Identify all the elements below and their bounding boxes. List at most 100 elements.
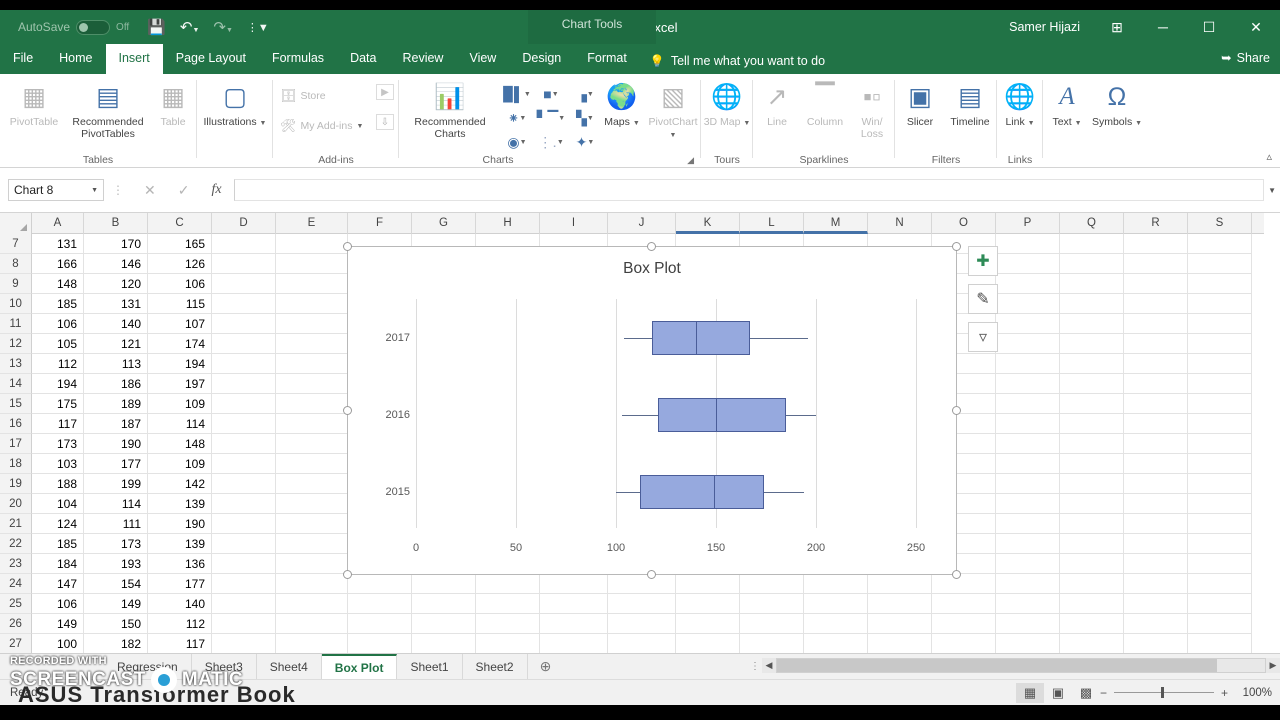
cell-S18[interactable] xyxy=(1188,454,1252,474)
cell-P11[interactable] xyxy=(996,314,1060,334)
sheet-tab-regression[interactable]: Regression xyxy=(104,653,192,680)
cell-R9[interactable] xyxy=(1124,274,1188,294)
cell-P17[interactable] xyxy=(996,434,1060,454)
cell-E16[interactable] xyxy=(276,414,348,434)
cell-Q25[interactable] xyxy=(1060,594,1124,614)
cell-D10[interactable] xyxy=(212,294,276,314)
row-header-21[interactable]: 21 xyxy=(0,514,32,534)
cell-E22[interactable] xyxy=(276,534,348,554)
column-header-m[interactable]: M xyxy=(804,213,868,234)
cell-B26[interactable]: 150 xyxy=(84,614,148,634)
cell-H26[interactable] xyxy=(476,614,540,634)
cell-B23[interactable]: 193 xyxy=(84,554,148,574)
illustrations-button[interactable]: ▢ Illustrations ▼ xyxy=(202,80,268,130)
cell-C25[interactable]: 140 xyxy=(148,594,212,614)
column-header-e[interactable]: E xyxy=(276,213,348,234)
chart-plot-area[interactable]: 0 50 100 150 200 250 2017 2016 2015 xyxy=(386,299,934,554)
cancel-icon[interactable]: ✕ xyxy=(144,182,156,199)
cell-B19[interactable]: 199 xyxy=(84,474,148,494)
row-header-26[interactable]: 26 xyxy=(0,614,32,634)
cell-F27[interactable] xyxy=(348,634,412,653)
cell-D17[interactable] xyxy=(212,434,276,454)
cell-C10[interactable]: 115 xyxy=(148,294,212,314)
cell-I24[interactable] xyxy=(540,574,608,594)
cell-E11[interactable] xyxy=(276,314,348,334)
cell-R24[interactable] xyxy=(1124,574,1188,594)
radar-chart-icon[interactable]: ✦ ▼ xyxy=(568,130,602,154)
cell-A15[interactable]: 175 xyxy=(32,394,84,414)
cell-R17[interactable] xyxy=(1124,434,1188,454)
sheet-tab-sheet3[interactable]: Sheet3 xyxy=(192,653,257,680)
cell-P12[interactable] xyxy=(996,334,1060,354)
cell-Q7[interactable] xyxy=(1060,234,1124,254)
cell-E19[interactable] xyxy=(276,474,348,494)
column-header-c[interactable]: C xyxy=(148,213,212,234)
zoom-in-button[interactable]: + xyxy=(1221,686,1228,700)
cell-Q21[interactable] xyxy=(1060,514,1124,534)
cell-R25[interactable] xyxy=(1124,594,1188,614)
cell-C21[interactable]: 190 xyxy=(148,514,212,534)
cell-A21[interactable]: 124 xyxy=(32,514,84,534)
row-header-15[interactable]: 15 xyxy=(0,394,32,414)
column-header-l[interactable]: L xyxy=(740,213,804,234)
cell-E18[interactable] xyxy=(276,454,348,474)
cell-S15[interactable] xyxy=(1188,394,1252,414)
cell-E26[interactable] xyxy=(276,614,348,634)
row-header-24[interactable]: 24 xyxy=(0,574,32,594)
sheet-tab-sheet2[interactable]: Sheet2 xyxy=(463,653,528,680)
zoom-slider-thumb[interactable] xyxy=(1160,687,1164,698)
cell-H24[interactable] xyxy=(476,574,540,594)
chart-object[interactable]: Box Plot 0 50 100 150 200 250 2017 2016 2015 xyxy=(343,242,961,579)
cell-A14[interactable]: 194 xyxy=(32,374,84,394)
cell-L27[interactable] xyxy=(740,634,804,653)
cell-K26[interactable] xyxy=(676,614,740,634)
combo-chart-icon[interactable]: ▚ ▼ xyxy=(568,106,602,130)
cell-B25[interactable]: 149 xyxy=(84,594,148,614)
column-header-s[interactable]: S xyxy=(1188,213,1252,234)
chart-elements-plus-icon[interactable]: ✚ xyxy=(968,246,998,276)
timeline-button[interactable]: ▤ Timeline xyxy=(944,80,996,129)
cell-B15[interactable]: 189 xyxy=(84,394,148,414)
chevron-down-icon[interactable]: ▼ xyxy=(1135,120,1142,127)
box-2016[interactable] xyxy=(658,397,786,432)
cell-M24[interactable] xyxy=(804,574,868,594)
cell-C24[interactable]: 177 xyxy=(148,574,212,594)
cell-C20[interactable]: 139 xyxy=(148,494,212,514)
chart-filters-funnel-icon[interactable]: ▿ xyxy=(968,322,998,352)
cell-P27[interactable] xyxy=(996,634,1060,653)
cell-C13[interactable]: 194 xyxy=(148,354,212,374)
histogram-chart-icon[interactable]: ▘▔ ▼ xyxy=(534,106,568,130)
sheet-tab-box-plot[interactable]: Box Plot xyxy=(321,653,398,680)
cell-A9[interactable]: 148 xyxy=(32,274,84,294)
cell-I27[interactable] xyxy=(540,634,608,653)
row-header-9[interactable]: 9 xyxy=(0,274,32,294)
cell-A24[interactable]: 147 xyxy=(32,574,84,594)
row-header-13[interactable]: 13 xyxy=(0,354,32,374)
column-header-q[interactable]: Q xyxy=(1060,213,1124,234)
cell-P18[interactable] xyxy=(996,454,1060,474)
resize-handle-s[interactable] xyxy=(647,570,656,579)
chart-styles-brush-icon[interactable]: ✎ xyxy=(968,284,998,314)
cell-A13[interactable]: 112 xyxy=(32,354,84,374)
cell-R19[interactable] xyxy=(1124,474,1188,494)
cell-P7[interactable] xyxy=(996,234,1060,254)
sparkline-winloss-button[interactable]: ▪▫ Win/ Loss xyxy=(850,80,894,140)
symbols-button[interactable]: Ω Symbols ▼ xyxy=(1090,80,1144,130)
row-header-27[interactable]: 27 xyxy=(0,634,32,653)
page-layout-view-icon[interactable]: ▣ xyxy=(1044,683,1072,703)
text-button[interactable]: A Text ▼ xyxy=(1044,80,1090,130)
chevron-down-icon[interactable]: ▼ xyxy=(633,120,640,127)
cell-Q27[interactable] xyxy=(1060,634,1124,653)
cell-C19[interactable]: 142 xyxy=(148,474,212,494)
cell-F24[interactable] xyxy=(348,574,412,594)
cell-R21[interactable] xyxy=(1124,514,1188,534)
cell-P15[interactable] xyxy=(996,394,1060,414)
cell-Q8[interactable] xyxy=(1060,254,1124,274)
cell-D23[interactable] xyxy=(212,554,276,574)
cell-O25[interactable] xyxy=(932,594,996,614)
row-header-19[interactable]: 19 xyxy=(0,474,32,494)
cell-S9[interactable] xyxy=(1188,274,1252,294)
cell-Q12[interactable] xyxy=(1060,334,1124,354)
cell-C15[interactable]: 109 xyxy=(148,394,212,414)
cell-S27[interactable] xyxy=(1188,634,1252,653)
